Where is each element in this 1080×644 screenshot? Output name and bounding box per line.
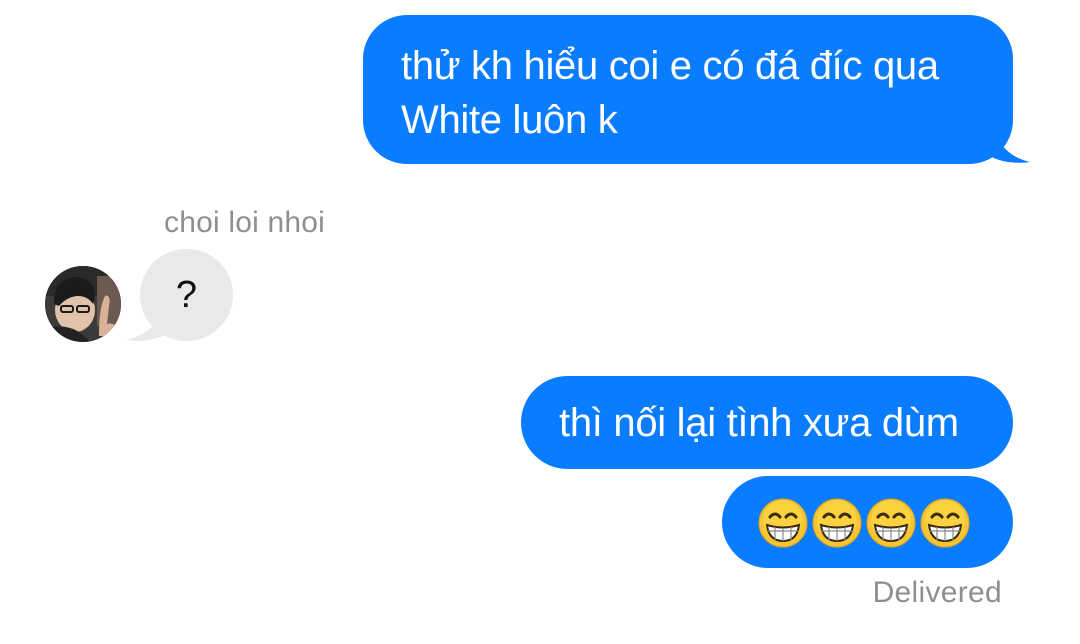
sender-name: choi loi nhoi [164, 206, 326, 239]
grinning-face-with-smiling-eyes-icon [812, 498, 862, 548]
bubble-tail [990, 112, 1030, 163]
delivery-status: Delivered [872, 576, 1002, 609]
grinning-face-with-smiling-eyes-icon [866, 498, 916, 548]
bubble-tail [126, 298, 166, 341]
sent-message-bubble[interactable]: thử kh hiểu coi e có đá đíc qua White lu… [363, 15, 1013, 164]
grinning-face-with-smiling-eyes-icon [920, 498, 970, 548]
sent-emoji-bubble[interactable] [722, 476, 1013, 568]
grinning-face-with-smiling-eyes-icon [758, 498, 808, 548]
sent-message-bubble[interactable]: thì nối lại tình xưa dùm [521, 376, 1013, 469]
message-thread: thử kh hiểu coi e có đá đíc qua White lu… [0, 0, 1080, 644]
avatar-image [45, 266, 121, 342]
emoji-row [758, 496, 1013, 550]
contact-avatar[interactable] [45, 266, 121, 342]
